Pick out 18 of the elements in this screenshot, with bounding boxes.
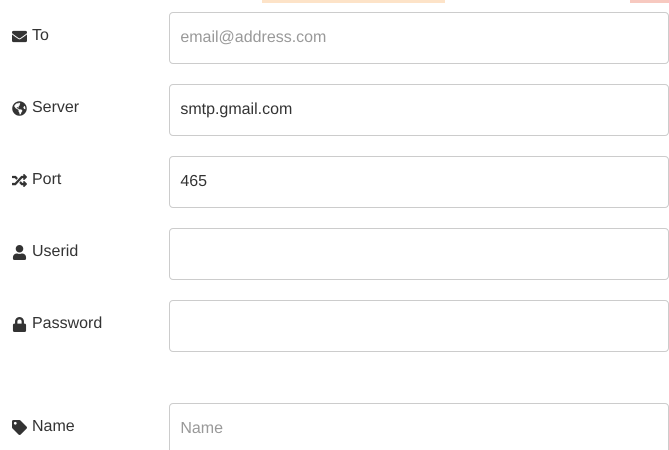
field-label: Port bbox=[32, 171, 62, 189]
field-label: Password bbox=[32, 315, 102, 333]
input-field[interactable]: 465 bbox=[169, 156, 669, 208]
field-label: Server bbox=[32, 99, 80, 117]
input-field[interactable] bbox=[169, 228, 669, 280]
field-label: Name bbox=[32, 418, 75, 436]
input-field[interactable]: smtp.gmail.com bbox=[169, 84, 669, 136]
shuffle-icon bbox=[12, 172, 27, 188]
input-field[interactable]: Name bbox=[169, 403, 669, 450]
field-label: Userid bbox=[32, 243, 78, 261]
envelope-icon bbox=[12, 28, 27, 44]
input-field[interactable]: email@address.com bbox=[169, 12, 669, 64]
globe-icon bbox=[12, 100, 27, 116]
lock-icon bbox=[12, 316, 27, 332]
input-field[interactable] bbox=[169, 300, 669, 352]
tag-icon bbox=[12, 420, 27, 434]
field-label: To bbox=[32, 27, 49, 45]
user-icon bbox=[12, 244, 27, 260]
